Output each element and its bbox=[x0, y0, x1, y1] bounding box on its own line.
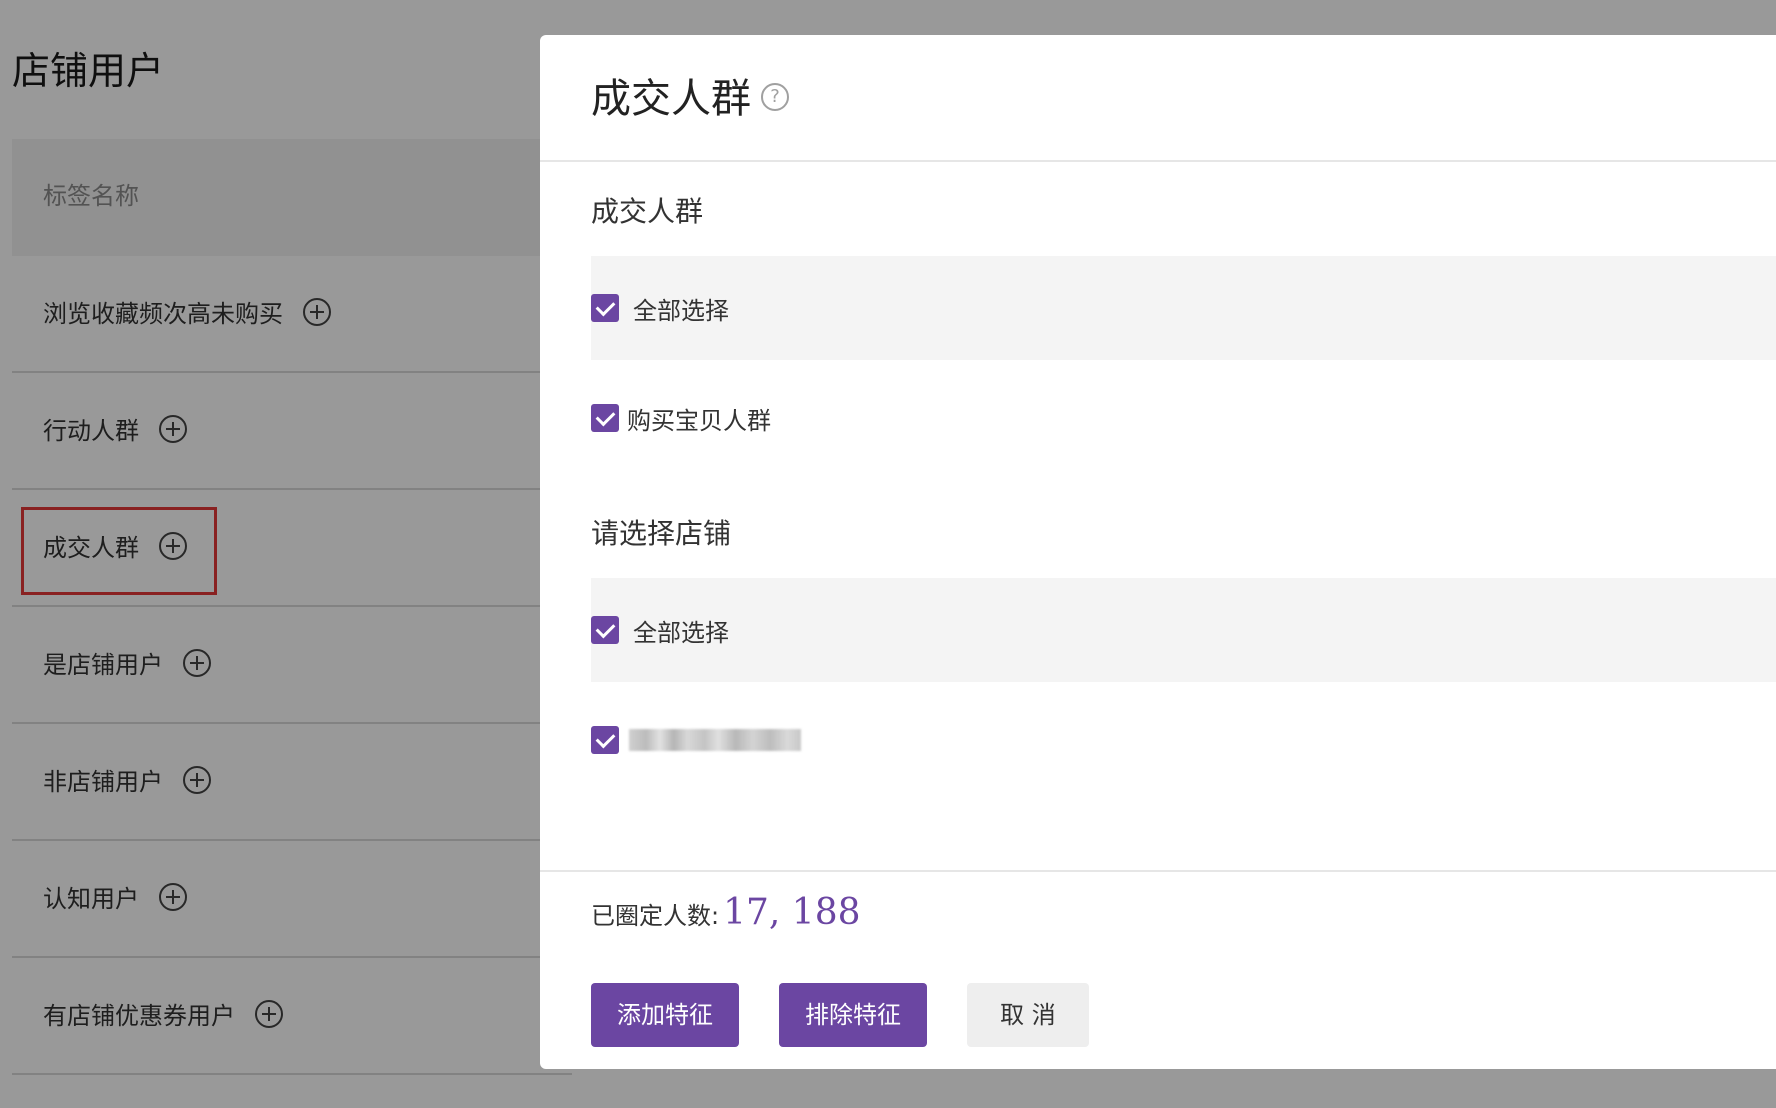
option-store[interactable] bbox=[591, 720, 801, 760]
select-all-row bbox=[591, 256, 1776, 360]
blurred-store-name bbox=[629, 729, 801, 751]
select-all-crowd[interactable]: 全部选择 bbox=[591, 288, 729, 328]
exclude-feature-button[interactable]: 排除特征 bbox=[779, 983, 927, 1047]
divider bbox=[540, 870, 1776, 872]
checkbox-checked[interactable] bbox=[591, 726, 619, 754]
modal-title: 成交人群 bbox=[591, 76, 751, 122]
checkbox-checked[interactable] bbox=[591, 404, 619, 432]
section-title-store: 请选择店铺 bbox=[591, 517, 732, 550]
checkbox-label: 全部选择 bbox=[633, 296, 729, 325]
option-buy-item-crowd[interactable]: 购买宝贝人群 bbox=[591, 398, 771, 438]
select-all-row bbox=[591, 578, 1776, 682]
count-label: 已圈定人数: bbox=[591, 902, 720, 930]
checkbox-label: 全部选择 bbox=[633, 618, 729, 647]
select-all-store[interactable]: 全部选择 bbox=[591, 610, 729, 650]
checkbox-checked[interactable] bbox=[591, 294, 619, 322]
add-feature-button[interactable]: 添加特征 bbox=[591, 983, 739, 1047]
modal-dialog: 成交人群? 成交人群 全部选择 购买宝贝人群 请选择店铺 全部选择 已圈定人数:… bbox=[540, 35, 1776, 1069]
checkbox-label: 购买宝贝人群 bbox=[627, 406, 771, 435]
section-title-crowd: 成交人群 bbox=[591, 195, 704, 228]
cancel-button[interactable]: 取 消 bbox=[967, 983, 1089, 1047]
selected-count: 已圈定人数: 17, 188 bbox=[591, 892, 861, 933]
help-icon[interactable]: ? bbox=[761, 83, 789, 111]
checkbox-checked[interactable] bbox=[591, 616, 619, 644]
count-value: 17, 188 bbox=[723, 892, 861, 933]
modal-header: 成交人群? bbox=[540, 35, 1776, 162]
